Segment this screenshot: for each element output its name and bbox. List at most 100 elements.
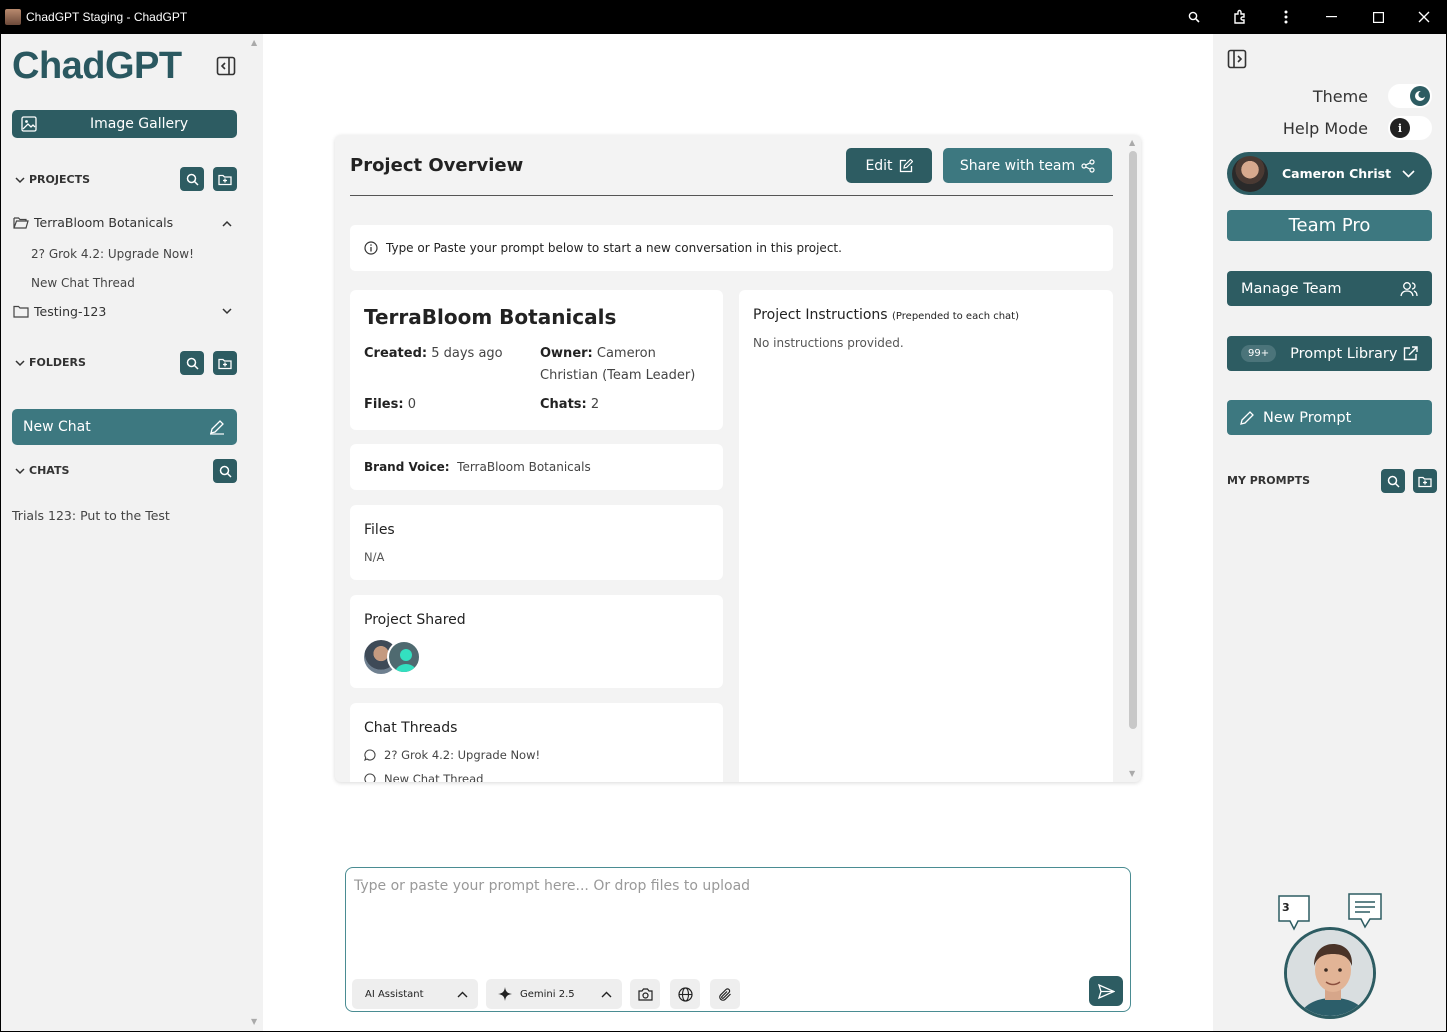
info-banner: Type or Paste your prompt below to start… — [350, 225, 1113, 271]
info-icon: i — [1390, 118, 1410, 138]
assistant-widget[interactable]: 3 — [1278, 891, 1384, 1021]
help-mode-row: Help Mode i — [1283, 116, 1432, 140]
edit-icon — [899, 158, 913, 172]
owner-label: Owner: — [540, 346, 593, 361]
minimize-icon[interactable] — [1309, 0, 1355, 34]
theme-label: Theme — [1312, 86, 1368, 106]
prompt-library-button[interactable]: 99+ Prompt Library — [1227, 336, 1432, 371]
chat-bubble-icon — [364, 773, 376, 782]
extensions-icon[interactable] — [1217, 0, 1263, 34]
created-value: 5 days ago — [431, 346, 503, 361]
chevron-down-icon — [15, 359, 25, 366]
folder-plus-icon — [1418, 476, 1432, 487]
assistant-avatar[interactable] — [1284, 927, 1376, 1019]
scroll-down-arrow[interactable]: ▼ — [1129, 769, 1135, 778]
new-chat-button[interactable]: New Chat — [12, 409, 237, 445]
manage-team-button[interactable]: Manage Team — [1227, 271, 1432, 306]
maximize-icon[interactable] — [1355, 0, 1401, 34]
add-folder-button[interactable] — [213, 351, 237, 375]
search-prompts-button[interactable] — [1381, 469, 1405, 493]
add-prompt-folder-button[interactable] — [1413, 469, 1437, 493]
files-empty: N/A — [364, 550, 385, 564]
brand-voice-meta: Brand Voice: TerraBloom Botanicals — [364, 456, 591, 478]
model-select[interactable]: Gemini 2.5 — [486, 979, 622, 1009]
manage-team-label: Manage Team — [1241, 280, 1342, 297]
app-window: ▲ ChadGPT Image Gallery PROJECTS TerraBl… — [1, 34, 1446, 1031]
thread-item[interactable]: New Chat Thread — [364, 772, 483, 782]
prompt-input[interactable]: Type or paste your prompt here... Or dro… — [345, 867, 1131, 1012]
folders-header[interactable]: FOLDERS — [15, 356, 86, 369]
expand-sidebar-icon[interactable] — [1227, 49, 1247, 73]
search-icon — [1387, 475, 1400, 488]
project-chat-item[interactable]: New Chat Thread — [31, 276, 135, 290]
assistant-select[interactable]: AI Assistant — [352, 979, 478, 1009]
project-overview-card: Project Overview Edit Share with team Ty… — [335, 135, 1141, 782]
search-folders-button[interactable] — [180, 351, 204, 375]
instructions-note: (Prepended to each chat) — [892, 311, 1019, 322]
my-prompts-label: MY PROMPTS — [1227, 474, 1311, 487]
chats-header[interactable]: CHATS — [15, 464, 69, 477]
message-bubble-icon[interactable] — [1348, 893, 1382, 933]
brand-voice-value: TerraBloom Botanicals — [457, 460, 591, 474]
camera-button[interactable] — [630, 979, 660, 1009]
chevron-up-icon — [457, 991, 468, 997]
collapse-sidebar-icon[interactable] — [216, 56, 236, 76]
thread-item[interactable]: 2? Grok 4.2: Upgrade Now! — [364, 748, 540, 762]
plan-badge[interactable]: Team Pro — [1227, 210, 1432, 241]
scroll-up-arrow[interactable]: ▲ — [1129, 138, 1135, 147]
close-icon[interactable] — [1401, 0, 1447, 34]
project-item-terrabloom[interactable]: TerraBloom Botanicals — [13, 215, 173, 230]
project-chat-item[interactable]: 2? Grok 4.2: Upgrade Now! — [31, 247, 194, 261]
app-logo: ChadGPT — [12, 45, 182, 87]
assistant-face-icon — [1287, 930, 1373, 1016]
moon-icon — [1410, 86, 1430, 106]
theme-toggle[interactable] — [1388, 84, 1432, 108]
projects-label: PROJECTS — [29, 173, 90, 186]
user-menu[interactable]: Cameron Christi... — [1227, 152, 1432, 195]
created-label: Created: — [364, 346, 428, 361]
chevron-down-icon[interactable] — [222, 308, 232, 315]
chevron-up-icon[interactable] — [222, 220, 232, 227]
more-menu-icon[interactable] — [1263, 0, 1309, 34]
add-project-button[interactable] — [213, 167, 237, 191]
chat-threads-box: Chat Threads 2? Grok 4.2: Upgrade Now! N… — [350, 703, 723, 782]
users-icon — [1400, 281, 1418, 296]
project-item-testing[interactable]: Testing-123 — [13, 304, 106, 319]
chat-item[interactable]: Trials 123: Put to the Test — [12, 508, 170, 523]
project-shared-box: Project Shared — [350, 595, 723, 688]
globe-icon — [677, 986, 693, 1002]
share-with-team-button[interactable]: Share with team — [943, 148, 1112, 183]
window-titlebar: ChadGPT Staging - ChadGPT — [0, 0, 1447, 34]
project-name: Testing-123 — [34, 304, 107, 319]
new-prompt-button[interactable]: New Prompt — [1227, 400, 1432, 435]
send-button[interactable] — [1089, 976, 1123, 1006]
pencil-icon — [1240, 410, 1254, 425]
web-search-button[interactable] — [670, 979, 700, 1009]
search-chats-button[interactable] — [213, 459, 237, 483]
search-projects-button[interactable] — [180, 167, 204, 191]
chevron-down-icon — [15, 467, 25, 474]
folder-open-icon — [13, 217, 29, 229]
zoom-icon[interactable] — [1171, 0, 1217, 34]
pencil-icon — [210, 420, 224, 435]
divider — [350, 195, 1113, 196]
projects-header[interactable]: PROJECTS — [15, 173, 90, 186]
scroll-down-arrow[interactable]: ▼ — [251, 1017, 257, 1026]
scrollbar-thumb[interactable] — [1129, 151, 1137, 729]
user-icon — [394, 649, 418, 672]
image-gallery-button[interactable]: Image Gallery — [12, 110, 237, 138]
notification-bubble[interactable]: 3 — [1278, 895, 1310, 931]
instructions-title: Project Instructions — [753, 307, 888, 323]
right-sidebar: Theme Help Mode i Cameron Christi... Tea… — [1213, 34, 1446, 1031]
help-mode-toggle[interactable]: i — [1388, 116, 1432, 140]
scroll-up-arrow[interactable]: ▲ — [251, 38, 257, 47]
default-avatar[interactable] — [387, 640, 421, 674]
prompt-placeholder: Type or paste your prompt here... Or dro… — [354, 878, 751, 894]
attach-button[interactable] — [710, 979, 740, 1009]
project-name: TerraBloom Botanicals — [34, 215, 174, 230]
overview-title: Project Overview — [350, 155, 524, 176]
brand-voice-label: Brand Voice: — [364, 460, 450, 474]
edit-project-button[interactable]: Edit — [846, 148, 932, 183]
info-icon — [364, 241, 378, 255]
left-sidebar: ▲ ChadGPT Image Gallery PROJECTS TerraBl… — [1, 34, 263, 1031]
